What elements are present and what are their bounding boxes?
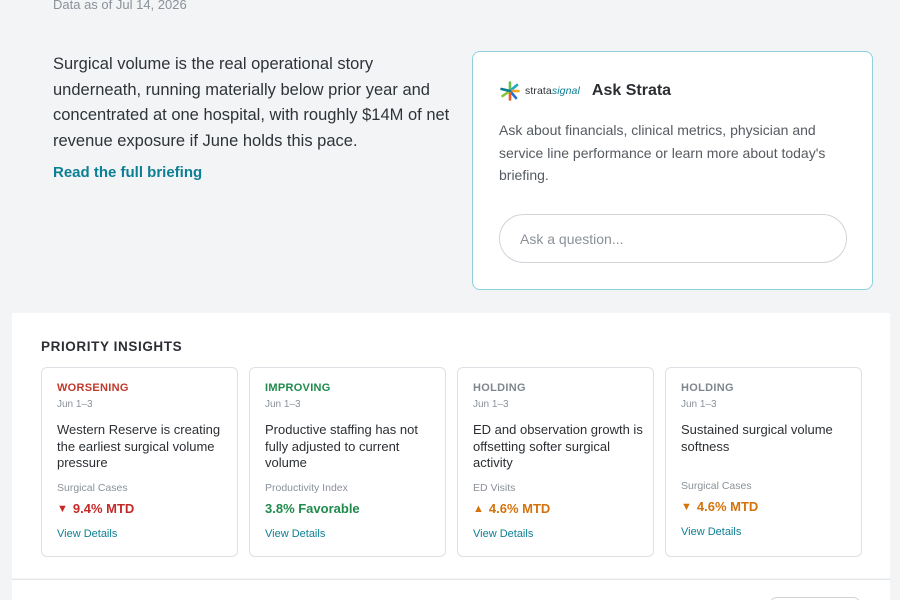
ask-strata-description: Ask about financials, clinical metrics, … [499, 122, 826, 183]
ask-strata-card: stratasignal Ask Strata Ask about financ… [472, 51, 873, 290]
insight-headline: Productive staffing has not fully adjust… [265, 422, 418, 470]
priority-insights-panel: PRIORITY INSIGHTS WORSENING Jun 1–3 West… [12, 313, 890, 578]
down-arrow-icon: ▼ [57, 502, 68, 515]
down-arrow-icon: ▼ [681, 500, 692, 513]
briefing-summary: Surgical volume is the real operational … [53, 55, 450, 150]
insight-headline: ED and observation growth is offsetting … [473, 422, 643, 470]
insight-metric-value: ▼ 9.4% MTD [57, 501, 134, 516]
insight-headline: Sustained surgical volume softness [681, 422, 833, 454]
insight-value-text: 4.6% MTD [488, 501, 551, 516]
insight-metric-value: 3.8% Favorable [265, 501, 360, 516]
ask-strata-title: Ask Strata [591, 82, 672, 99]
insight-date: Jun 1–3 [473, 399, 509, 410]
priority-insights-title: PRIORITY INSIGHTS [41, 339, 183, 354]
insight-value-text: 3.8% Favorable [265, 501, 360, 516]
insight-card-productive-staffing[interactable]: IMPROVING Jun 1–3 Productive staffing ha… [249, 367, 446, 557]
insight-status-badge: IMPROVING [265, 382, 331, 394]
ask-strata-header: stratasignal Ask Strata [499, 80, 671, 102]
insight-card-surgical-softness[interactable]: HOLDING Jun 1–3 Sustained surgical volum… [665, 367, 862, 557]
insight-headline: Western Reserve is creating the earliest… [57, 422, 221, 470]
ask-question-input[interactable] [499, 214, 847, 263]
insight-status-badge: HOLDING [473, 382, 526, 394]
data-as-of-label: Data as of Jul 14, 2026 [53, 0, 187, 12]
next-section-panel [12, 579, 890, 600]
insight-metric-label: ED Visits [473, 482, 516, 494]
insight-metric-label: Surgical Cases [681, 480, 752, 492]
insight-metric-value: ▲ 4.6% MTD [473, 501, 550, 516]
insight-value-text: 9.4% MTD [72, 501, 135, 516]
briefing-panel: Data as of Jul 14, 2026 Surgical volume … [12, 0, 890, 312]
insight-status-badge: WORSENING [57, 382, 129, 394]
insight-value-text: 4.6% MTD [696, 499, 759, 514]
insight-metric-value: ▼ 4.6% MTD [681, 499, 758, 514]
stratasignal-logo-icon [500, 81, 520, 101]
insight-date: Jun 1–3 [265, 399, 301, 410]
insight-date: Jun 1–3 [681, 399, 717, 410]
view-details-link[interactable]: View Details [265, 528, 325, 540]
insight-metric-label: Productivity Index [265, 482, 348, 494]
stratasignal-logo: stratasignal [499, 80, 580, 102]
insight-metric-label: Surgical Cases [57, 482, 128, 494]
view-details-link[interactable]: View Details [473, 528, 533, 540]
up-arrow-icon: ▲ [473, 502, 484, 515]
stratasignal-logo-text: stratasignal [525, 85, 580, 97]
view-details-link[interactable]: View Details [681, 526, 741, 538]
insight-card-western-reserve[interactable]: WORSENING Jun 1–3 Western Reserve is cre… [41, 367, 238, 557]
insight-card-ed-observation[interactable]: HOLDING Jun 1–3 ED and observation growt… [457, 367, 654, 557]
insight-date: Jun 1–3 [57, 399, 93, 410]
read-full-briefing-link[interactable]: Read the full briefing [53, 164, 202, 181]
view-details-link[interactable]: View Details [57, 528, 117, 540]
insight-status-badge: HOLDING [681, 382, 734, 394]
